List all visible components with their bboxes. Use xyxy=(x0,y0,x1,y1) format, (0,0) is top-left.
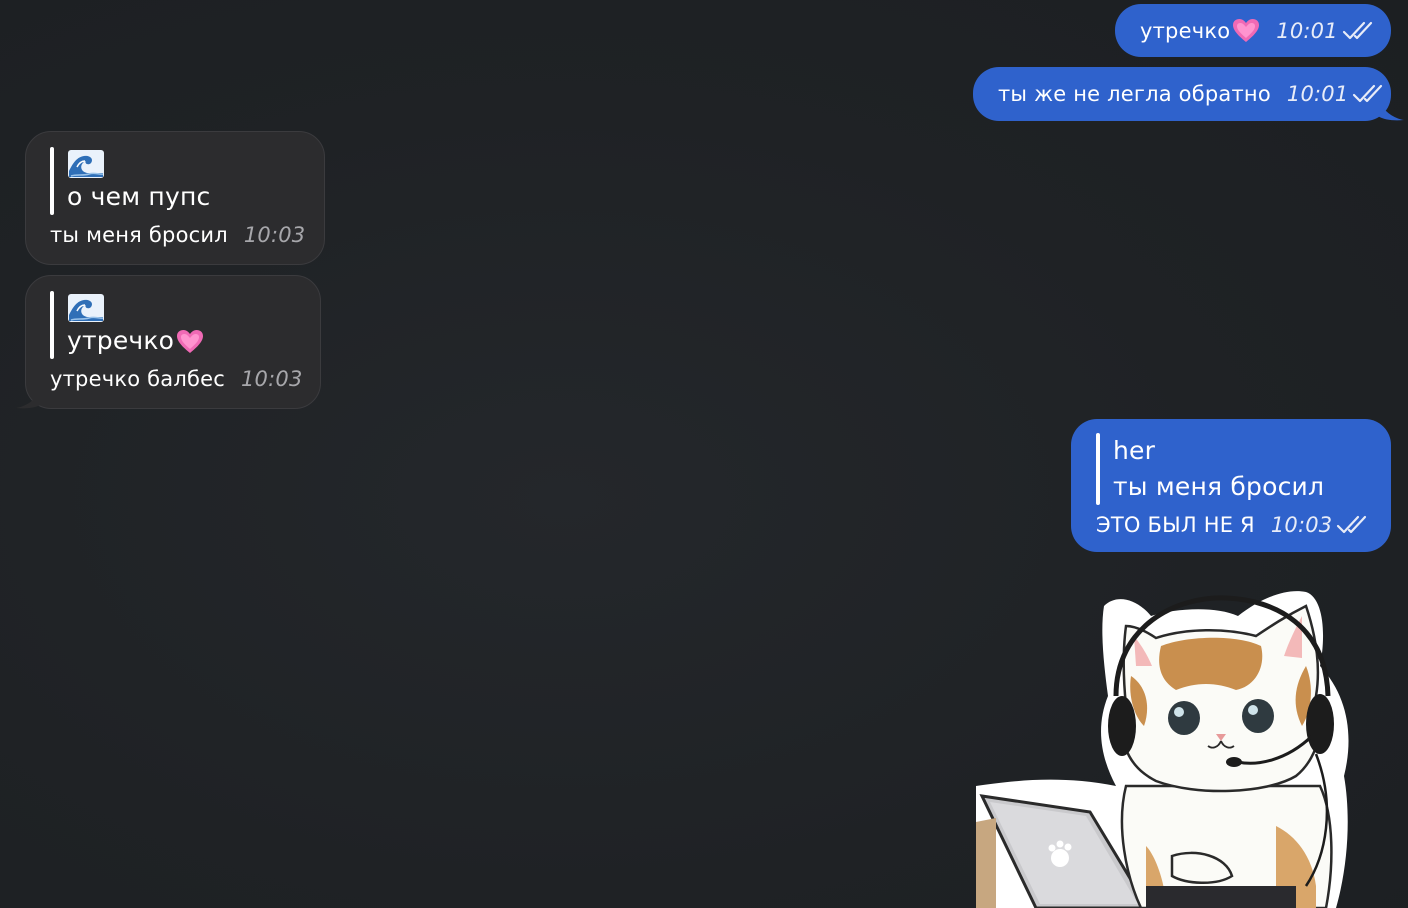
message-text: утречко балбес xyxy=(50,367,225,391)
message-time: 10:03 xyxy=(243,223,306,247)
quote-bar xyxy=(50,147,54,215)
chat-area: утречко 10:01 ты же не легла обратно 10:… xyxy=(0,0,1408,908)
kitten-sticker[interactable] xyxy=(976,586,1408,908)
message-bubble-outgoing[interactable]: утречко 10:01 xyxy=(1115,4,1391,57)
message-time: 10:03 xyxy=(240,367,303,391)
message-time: 10:01 xyxy=(1276,18,1338,43)
quote-text: утречко xyxy=(67,326,175,355)
message-bubble-outgoing[interactable]: ты же не легла обратно 10:01 xyxy=(973,67,1391,121)
quote-text: о чем пупс xyxy=(67,182,211,211)
message-bubble-incoming[interactable]: о чем пупс ты меня бросил 10:03 xyxy=(25,131,325,265)
bubble-tail xyxy=(16,386,42,409)
double-check-icon xyxy=(1337,515,1367,534)
quote-bar xyxy=(1096,433,1100,505)
quote-bar xyxy=(50,291,54,359)
heart-emoji-icon xyxy=(177,330,204,353)
reply-quote[interactable]: her ты меня бросил xyxy=(1096,433,1391,505)
message-text: ты же не легла обратно xyxy=(998,82,1271,106)
heart-emoji-icon xyxy=(1233,18,1260,42)
message-bubble-incoming[interactable]: утречко утречко балбес 10:03 xyxy=(25,275,321,409)
double-check-icon xyxy=(1342,21,1372,39)
quote-text-wrap: утречко xyxy=(67,323,204,359)
message-bubble-outgoing[interactable]: her ты меня бросил ЭТО БЫЛ НЕ Я 10:03 xyxy=(1071,419,1391,552)
reply-quote[interactable]: о чем пупс xyxy=(50,147,324,215)
quote-sender: her xyxy=(1113,436,1156,465)
message-time: 10:01 xyxy=(1286,82,1349,106)
message-time: 10:03 xyxy=(1270,513,1333,537)
message-text: ЭТО БЫЛ НЕ Я xyxy=(1096,513,1255,537)
wave-emoji-icon xyxy=(68,150,104,178)
message-text: утречко xyxy=(1140,18,1231,43)
message-text: ты меня бросил xyxy=(50,223,228,247)
bubble-tail xyxy=(1378,98,1404,121)
reply-quote[interactable]: утречко xyxy=(50,291,320,359)
wave-emoji-icon xyxy=(68,294,104,322)
quote-text: ты меня бросил xyxy=(1113,472,1325,501)
